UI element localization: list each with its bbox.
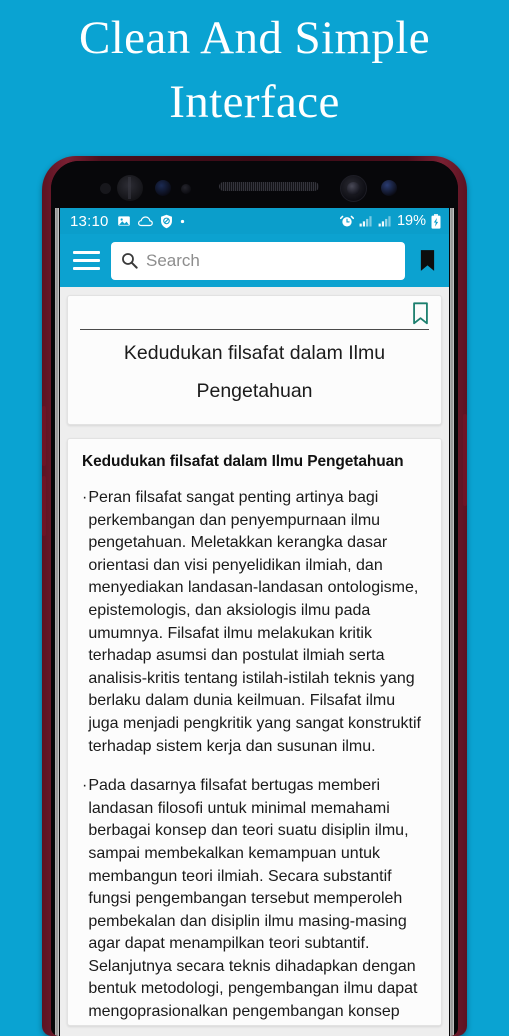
content-area: Kedudukan filsafat dalam Ilmu Pengetahua…	[60, 287, 449, 1036]
paragraph-text: Peran filsafat sangat penting artinya ba…	[88, 489, 421, 755]
signal-icon	[359, 216, 372, 227]
image-icon	[117, 216, 130, 226]
phone-mockup: 13:10 19% Search Kedudukan filsafat dala…	[42, 156, 467, 1036]
phone-bezel: 13:10 19% Search Kedudukan filsafat dala…	[51, 161, 458, 1036]
power-button[interactable]	[463, 414, 467, 506]
alarm-icon	[339, 215, 354, 227]
phone-rail-right	[450, 187, 454, 1036]
promo-line-1: Clean And Simple	[78, 12, 431, 64]
phone-screen: 13:10 19% Search Kedudukan filsafat dala…	[60, 208, 449, 1036]
document-paragraph: · Pada dasarnya filsafat bertugas member…	[82, 775, 427, 1025]
document-heading: Kedudukan filsafat dalam Ilmu Pengetahua…	[82, 453, 404, 470]
search-placeholder: Search	[146, 250, 200, 270]
battery-charging-icon	[431, 213, 441, 229]
iris-scanner-icon	[117, 175, 143, 201]
status-left-icons	[117, 214, 185, 229]
proximity-sensor-icon	[100, 183, 111, 194]
paragraph-text: Pada dasarnya filsafat bertugas memberi …	[88, 777, 418, 1021]
signal-icon	[378, 216, 391, 227]
promo-headline: Clean And Simple Interface	[0, 0, 509, 134]
hamburger-menu-icon[interactable]	[73, 251, 100, 270]
front-camera-icon	[155, 180, 171, 196]
bookmark-filled-icon[interactable]	[416, 249, 438, 272]
secondary-camera-icon	[340, 175, 367, 202]
title-card-title: Kedudukan filsafat dalam Ilmu Pengetahua…	[123, 342, 386, 402]
shield-icon	[160, 214, 172, 228]
status-right-icons: 19%	[339, 213, 441, 229]
title-card-bookmark-row	[78, 302, 431, 325]
cloud-icon	[137, 216, 153, 227]
phone-rail-left	[55, 187, 59, 1036]
document-card: Kedudukan filsafat dalam Ilmu Pengetahua…	[67, 438, 442, 1026]
promo-line-2: Interface	[169, 76, 340, 128]
app-bar: Search	[60, 234, 449, 287]
led-indicator-icon	[381, 180, 397, 196]
search-icon	[122, 253, 138, 269]
document-paragraph: · Peran filsafat sangat penting artinya …	[82, 487, 427, 758]
phone-sensor-bar	[51, 161, 458, 208]
title-card[interactable]: Kedudukan filsafat dalam Ilmu Pengetahua…	[67, 295, 442, 425]
dot-icon	[180, 219, 184, 223]
light-sensor-icon	[181, 184, 191, 194]
status-time: 13:10	[70, 212, 109, 230]
search-input[interactable]: Search	[111, 241, 405, 280]
earpiece-speaker-icon	[219, 182, 319, 191]
bookmark-outline-icon[interactable]	[412, 302, 429, 325]
status-bar: 13:10 19%	[60, 208, 449, 234]
battery-percent-label: 19%	[396, 213, 426, 229]
volume-down-button[interactable]	[42, 476, 46, 536]
volume-up-button[interactable]	[42, 406, 46, 466]
